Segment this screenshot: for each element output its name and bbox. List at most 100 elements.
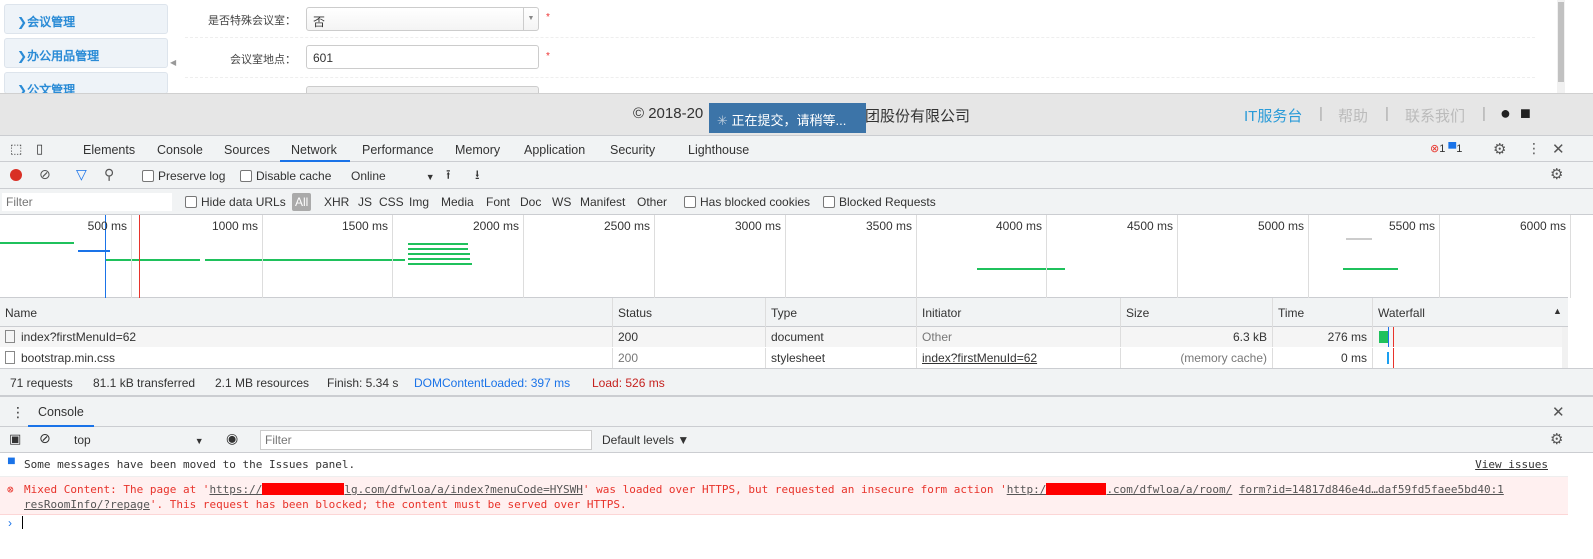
tab-sources[interactable]: Sources [224,143,270,157]
table-scrollbar[interactable] [1562,327,1568,368]
network-overview[interactable]: 500 ms 1000 ms 1500 ms 2000 ms 2500 ms 3000 m… [0,215,1571,298]
tab-console[interactable]: Console [157,143,203,157]
timeline-gridline [1046,215,1047,298]
contact-link[interactable]: 联系我们 [1405,105,1465,126]
column-time[interactable]: Time [1272,298,1309,327]
sort-arrow-icon[interactable]: ▲ [1553,306,1562,316]
type-filter-media[interactable]: Media [441,195,474,209]
export-har-icon[interactable]: ⭳ [475,166,480,188]
type-filter-font[interactable]: Font [486,195,510,209]
source-link[interactable]: form?id=14817d846e4d…daf59fd5faee5bd40:1 [1239,483,1504,496]
type-filter-css[interactable]: CSS [379,195,404,209]
blocked-requests-checkbox[interactable]: Blocked Requests [823,195,936,209]
special-room-select[interactable]: 否 ▼ [306,7,539,31]
console-settings-icon[interactable]: ⚙ [1550,430,1563,448]
disable-cache-checkbox[interactable]: Disable cache [240,169,331,183]
type-filter-manifest[interactable]: Manifest [580,195,625,209]
column-status[interactable]: Status [612,298,657,327]
required-mark: * [546,51,550,62]
type-filter-js[interactable]: JS [358,195,372,209]
tab-elements[interactable]: Elements [83,143,135,157]
page-scrollbar[interactable] [1557,0,1565,93]
timeline-bar [205,259,405,261]
type-filter-all[interactable]: All [292,193,312,211]
has-blocked-cookies-checkbox[interactable]: Has blocked cookies [684,195,810,209]
type-filter-doc[interactable]: Doc [520,195,541,209]
column-type[interactable]: Type [765,298,802,327]
timeline-bar [408,248,468,250]
throttle-select[interactable]: Online ▼ [351,169,435,183]
network-filter-input[interactable] [2,193,172,211]
hide-data-urls-checkbox[interactable]: Hide data URLs [185,195,286,209]
page-url-link[interactable]: https:// lg.com/dfwloa/a/index?menuCode=H… [209,483,583,496]
checkbox [185,196,197,208]
type-filter-ws[interactable]: WS [552,195,571,209]
type-filter-xhr[interactable]: XHR [324,195,349,209]
drawer-menu-icon[interactable]: ⋮ [11,404,25,421]
tab-memory[interactable]: Memory [455,143,500,157]
drawer-tab-console[interactable]: Console [38,405,84,419]
tab-security[interactable]: Security [610,143,655,157]
special-room-label: 是否特殊会议室： [208,15,296,27]
device-toolbar-icon[interactable]: ▯ [36,141,43,157]
help-link[interactable]: 帮助 [1338,105,1368,126]
prompt-chevron-icon: › [8,516,12,530]
preserve-log-checkbox[interactable]: Preserve log [142,169,225,183]
type-filter-img[interactable]: Img [409,195,429,209]
log-levels-select[interactable]: Default levels ▼ [602,433,689,447]
sidebar-toggle-icon[interactable]: ▣ [9,431,21,447]
filter-icon[interactable]: ▽ [76,166,87,183]
timeline-gridline [654,215,655,298]
sidebar-item-meeting[interactable]: ❯会议管理 [4,4,168,34]
tab-lighthouse[interactable]: Lighthouse [688,143,749,157]
column-size[interactable]: Size [1120,298,1154,327]
form-action-url-link[interactable]: http:/ .com/dfwloa/a/room/ [1007,483,1232,496]
console-prompt[interactable]: › [0,515,1568,535]
clear-console-icon[interactable]: ⊘ [39,430,51,447]
summary-requests: 71 requests [10,376,73,390]
type-filter-other[interactable]: Other [637,195,667,209]
android-icon[interactable]: ■ [1520,103,1531,124]
more-icon[interactable]: ⋮ [1527,140,1541,157]
timeline-gridline [1439,215,1440,298]
separator: | [1319,105,1323,122]
context-select[interactable]: top ▼ [74,433,204,447]
import-har-icon[interactable]: ⭱ [446,166,451,188]
sidebar-item-office-supplies[interactable]: ❯办公用品管理 [4,38,168,68]
text: Mixed Content: The page at ' [24,483,210,496]
inspect-element-icon[interactable]: ⬚ [10,141,22,157]
column-initiator[interactable]: Initiator [916,298,966,327]
table-row[interactable]: bootstrap.min.css 200 stylesheet index?f… [0,348,1568,368]
view-issues-link[interactable]: View issues [1475,458,1548,471]
issue-counter[interactable]: ⊗1 ▀1 [1430,142,1462,155]
clear-icon[interactable]: ⊘ [39,166,51,183]
close-drawer-icon[interactable]: ✕ [1552,403,1565,421]
close-devtools-icon[interactable]: ✕ [1552,140,1565,158]
search-icon[interactable]: ⚲ [104,166,114,183]
table-row[interactable]: index?firstMenuId=62 200 document Other … [0,327,1568,347]
settings-icon[interactable]: ⚙ [1493,140,1506,158]
request-status: 200 [612,327,765,347]
apple-icon[interactable]: ● [1500,103,1511,124]
request-type: document [765,327,916,347]
request-initiator-link[interactable]: index?firstMenuId=62 [916,348,1120,368]
tab-performance[interactable]: Performance [362,143,434,157]
record-icon[interactable] [10,169,22,181]
console-filter-input[interactable] [260,430,592,450]
location-input[interactable]: 601 [306,45,539,69]
tab-application[interactable]: Application [524,143,585,157]
url-continuation-link[interactable]: resRoomInfo/?repage [24,498,150,511]
timeline-tick-label: 5000 ms [1257,219,1304,233]
checkbox [684,196,696,208]
network-settings-icon[interactable]: ⚙ [1550,165,1563,183]
request-time: 276 ms [1272,327,1372,347]
sidebar-item-documents[interactable]: ❯公文管理 [4,72,168,97]
column-waterfall[interactable]: Waterfall [1372,298,1430,327]
tab-network[interactable]: Network [291,143,337,157]
timeline-gridline [131,215,132,298]
it-service-link[interactable]: IT服务台 [1244,105,1302,126]
column-name[interactable]: Name [0,298,42,327]
live-expression-eye-icon[interactable]: ◉ [226,430,238,447]
timeline-gridline [1570,215,1571,298]
timeline-bar [977,268,1065,270]
